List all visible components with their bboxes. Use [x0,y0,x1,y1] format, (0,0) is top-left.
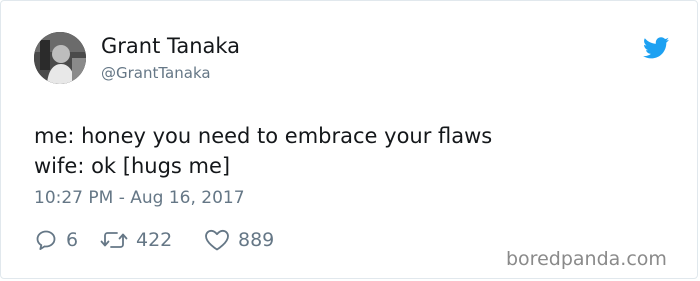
avatar[interactable] [34,32,86,84]
like-button[interactable]: 889 [204,227,274,253]
retweet-button[interactable]: 422 [100,227,172,253]
reply-icon [36,230,56,250]
like-icon [205,229,229,251]
retweet-count: 422 [136,229,173,251]
reply-button[interactable]: 6 [34,227,78,253]
watermark: boredpanda.com [506,248,667,270]
avatar-photo [34,32,86,84]
tweet-text-line: me: honey you need to embrace your flaws [34,124,493,148]
like-count: 889 [238,229,275,251]
twitter-bird-icon[interactable] [643,37,669,59]
reply-count: 6 [66,229,79,251]
author-name[interactable]: Grant Tanaka [101,34,240,58]
author-handle[interactable]: @GrantTanaka [101,64,211,82]
tweet-text-line: wife: ok [hugs me] [34,154,231,178]
tweet-timestamp[interactable]: 10:27 PM - Aug 16, 2017 [34,188,245,208]
retweet-icon [100,232,128,248]
tweet-text: me: honey you need to embrace your flaws… [34,121,492,181]
tweet-card: Grant Tanaka @GrantTanaka me: honey you … [0,0,698,279]
